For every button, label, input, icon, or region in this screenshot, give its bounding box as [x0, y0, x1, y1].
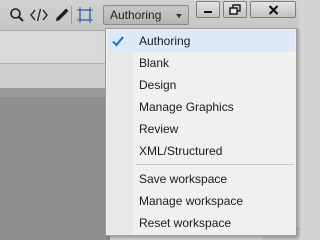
code-view-icon[interactable] — [29, 5, 49, 25]
menu-item-reset-workspace[interactable]: Reset workspace — [107, 212, 295, 234]
menu-item-label: Design — [139, 78, 177, 92]
restore-button[interactable] — [223, 1, 247, 18]
document-canvas — [0, 97, 110, 240]
panel-header — [0, 31, 110, 64]
panel-tab-bar — [0, 64, 110, 89]
menu-item-save-workspace[interactable]: Save workspace — [107, 168, 295, 190]
minimize-icon — [204, 10, 212, 13]
menu-item-label: Reset workspace — [139, 216, 232, 230]
menu-item-manage-workspace[interactable]: Manage workspace — [107, 190, 295, 212]
search-icon[interactable] — [7, 5, 27, 25]
menu-item-blank[interactable]: Blank — [107, 52, 295, 74]
app-toolbar: Authoring — [0, 0, 299, 31]
menu-item-review[interactable]: Review — [107, 118, 295, 140]
menu-item-label: Manage workspace — [139, 194, 244, 208]
checkmark-icon — [112, 36, 124, 47]
menu-item-label: Authoring — [139, 34, 191, 48]
menu-item-label: Blank — [139, 56, 170, 70]
workspace-dropdown-label: Authoring — [110, 8, 162, 22]
menu-item-manage-graphics[interactable]: Manage Graphics — [107, 96, 295, 118]
workspace-dropdown[interactable]: Authoring — [103, 5, 189, 25]
minimize-button[interactable] — [196, 1, 220, 18]
menu-divider — [136, 164, 294, 165]
chevron-down-icon — [176, 14, 182, 18]
menu-item-label: Review — [139, 122, 179, 136]
document-area — [0, 89, 110, 240]
menu-item-xml-structured[interactable]: XML/Structured — [107, 140, 295, 162]
menu-item-authoring[interactable]: Authoring — [107, 30, 295, 52]
menu-item-design[interactable]: Design — [107, 74, 295, 96]
menu-item-label: XML/Structured — [139, 144, 223, 158]
menu-item-label: Save workspace — [139, 172, 228, 186]
toolbar-separator — [71, 6, 72, 24]
frame-icon[interactable] — [75, 5, 95, 25]
restore-icon — [229, 4, 241, 15]
menu-item-label: Manage Graphics — [139, 100, 234, 114]
pen-icon[interactable] — [52, 5, 72, 25]
close-button[interactable] — [250, 1, 296, 18]
workspace-menu: Authoring Blank Design Manage Graphics R… — [105, 28, 297, 236]
close-icon — [268, 4, 278, 15]
